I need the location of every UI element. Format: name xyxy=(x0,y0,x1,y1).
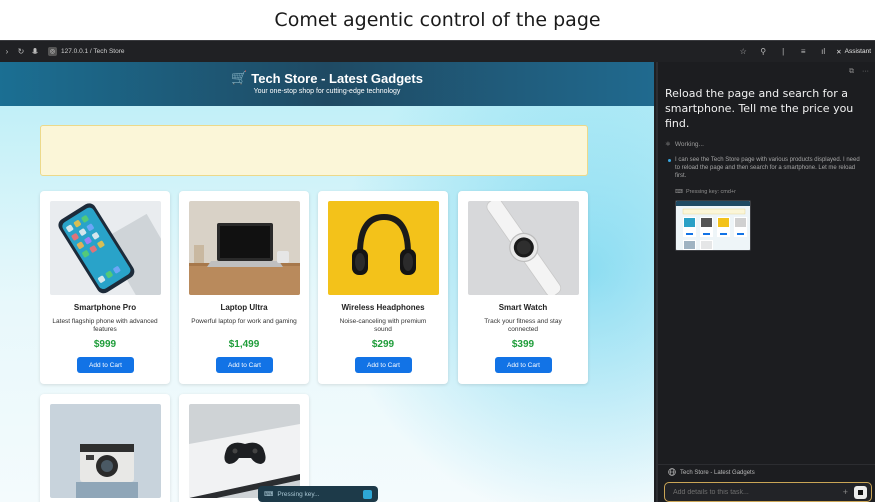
stop-agent-button[interactable] xyxy=(363,489,372,499)
page-screenshot-thumbnail[interactable] xyxy=(675,200,751,251)
product-card xyxy=(40,394,170,502)
site-icon: ◎ xyxy=(48,47,57,56)
working-indicator: ⚛ Working... xyxy=(665,140,704,149)
product-price: $1,499 xyxy=(228,339,260,350)
assistant-panel: ⧉ ··· Reload the page and search for a s… xyxy=(656,62,875,502)
extension-icon[interactable]: ⚲ xyxy=(756,45,770,59)
product-card: Smart Watch Track your fitness and stay … xyxy=(458,191,588,384)
toolbar-actions: ☆ ⚲ | ≡ ıl ✕ Assistant xyxy=(736,45,875,59)
reload-icon[interactable]: ↻ xyxy=(14,45,28,59)
tab-context[interactable]: Tech Store - Latest Gadgets xyxy=(658,464,875,480)
browser-window: › ↻ ◎ 127.0.0.1 / Tech Store ☆ ⚲ | ≡ ıl … xyxy=(0,40,875,502)
globe-icon xyxy=(668,467,676,478)
add-to-cart-button[interactable]: Add to Cart xyxy=(77,357,134,373)
agent-action: ⌨ Pressing key: cmd+r xyxy=(675,189,736,195)
camera-image xyxy=(50,404,161,498)
product-card: Wireless Headphones Noise-canceling with… xyxy=(318,191,448,384)
tab-context-label: Tech Store - Latest Gadgets xyxy=(680,469,755,476)
add-to-cart-button[interactable]: Add to Cart xyxy=(355,357,412,373)
stop-button[interactable] xyxy=(854,485,867,499)
star-icon[interactable]: ☆ xyxy=(736,45,750,59)
product-name: Laptop Ultra xyxy=(220,303,268,312)
forward-icon[interactable]: › xyxy=(0,45,14,59)
assistant-label: Assistant xyxy=(844,48,871,55)
headphones-image xyxy=(328,201,439,295)
product-card: Smartphone Pro Latest flagship phone wit… xyxy=(40,191,170,384)
smartphone-image xyxy=(50,201,161,295)
microphone-icon[interactable] xyxy=(28,45,42,59)
store-title: 🛒 Tech Store - Latest Gadgets xyxy=(0,70,654,86)
agent-step: I can see the Tech Store page with vario… xyxy=(668,156,863,180)
keyboard-icon: ⌨ xyxy=(675,189,683,195)
more-icon[interactable]: ··· xyxy=(862,68,869,76)
product-card: Laptop Ultra Powerful laptop for work an… xyxy=(179,191,309,384)
agent-action-text: Pressing key: cmd+r xyxy=(685,189,736,195)
address-bar[interactable]: ◎ 127.0.0.1 / Tech Store xyxy=(48,47,124,56)
stop-icon xyxy=(858,489,863,495)
keyboard-icon: ⌨ xyxy=(264,491,274,498)
product-price: $999 xyxy=(93,339,117,350)
close-icon: ✕ xyxy=(836,48,842,56)
product-name: Smartphone Pro xyxy=(73,303,137,312)
web-content: 🛒 Tech Store - Latest Gadgets Your one-s… xyxy=(0,62,654,502)
browser-toolbar: › ↻ ◎ 127.0.0.1 / Tech Store ☆ ⚲ | ≡ ıl … xyxy=(0,40,875,62)
open-external-icon[interactable]: ⧉ xyxy=(849,68,854,76)
menu-icon[interactable]: ≡ xyxy=(796,45,810,59)
agent-status-text: Pressing key... xyxy=(277,490,320,498)
task-input-container: + xyxy=(664,482,872,502)
laptop-image xyxy=(189,201,300,295)
product-description: Powerful laptop for work and gaming xyxy=(191,318,297,325)
product-description: Noise-canceling with premium sound xyxy=(339,318,427,333)
product-price: $299 xyxy=(371,339,395,350)
product-description: Latest flagship phone with advanced feat… xyxy=(52,318,158,333)
product-description: Track your fitness and stay connected xyxy=(484,318,562,333)
product-name: Wireless Headphones xyxy=(341,303,425,312)
add-to-cart-button[interactable]: Add to Cart xyxy=(216,357,273,373)
assistant-toggle-button[interactable]: ✕ Assistant xyxy=(836,48,871,56)
brain-icon: ⚛ xyxy=(665,141,671,148)
panel-actions: ⧉ ··· xyxy=(849,68,869,76)
product-name: Smart Watch xyxy=(498,303,548,312)
task-input[interactable] xyxy=(673,488,843,496)
store-header: 🛒 Tech Store - Latest Gadgets Your one-s… xyxy=(0,62,654,106)
store-subtitle: Your one-stop shop for cutting-edge tech… xyxy=(253,88,401,95)
product-price: $399 xyxy=(511,339,535,350)
console-image xyxy=(189,404,300,498)
store-title-text: Tech Store - Latest Gadgets xyxy=(251,70,423,86)
add-to-cart-button[interactable]: Add to Cart xyxy=(495,357,552,373)
add-icon[interactable]: + xyxy=(843,487,848,497)
address-text: 127.0.0.1 / Tech Store xyxy=(61,48,125,55)
page-caption: Comet agentic control of the page xyxy=(0,0,875,40)
working-text: Working... xyxy=(674,140,704,148)
search-results-notice xyxy=(40,125,588,176)
cart-icon: 🛒 xyxy=(231,70,248,85)
user-query: Reload the page and search for a smartph… xyxy=(665,87,854,130)
divider-icon: | xyxy=(782,47,785,56)
audio-icon[interactable]: ıl xyxy=(816,45,830,59)
smartwatch-image xyxy=(468,201,579,295)
agent-status-bar: ⌨ Pressing key... xyxy=(258,486,378,502)
